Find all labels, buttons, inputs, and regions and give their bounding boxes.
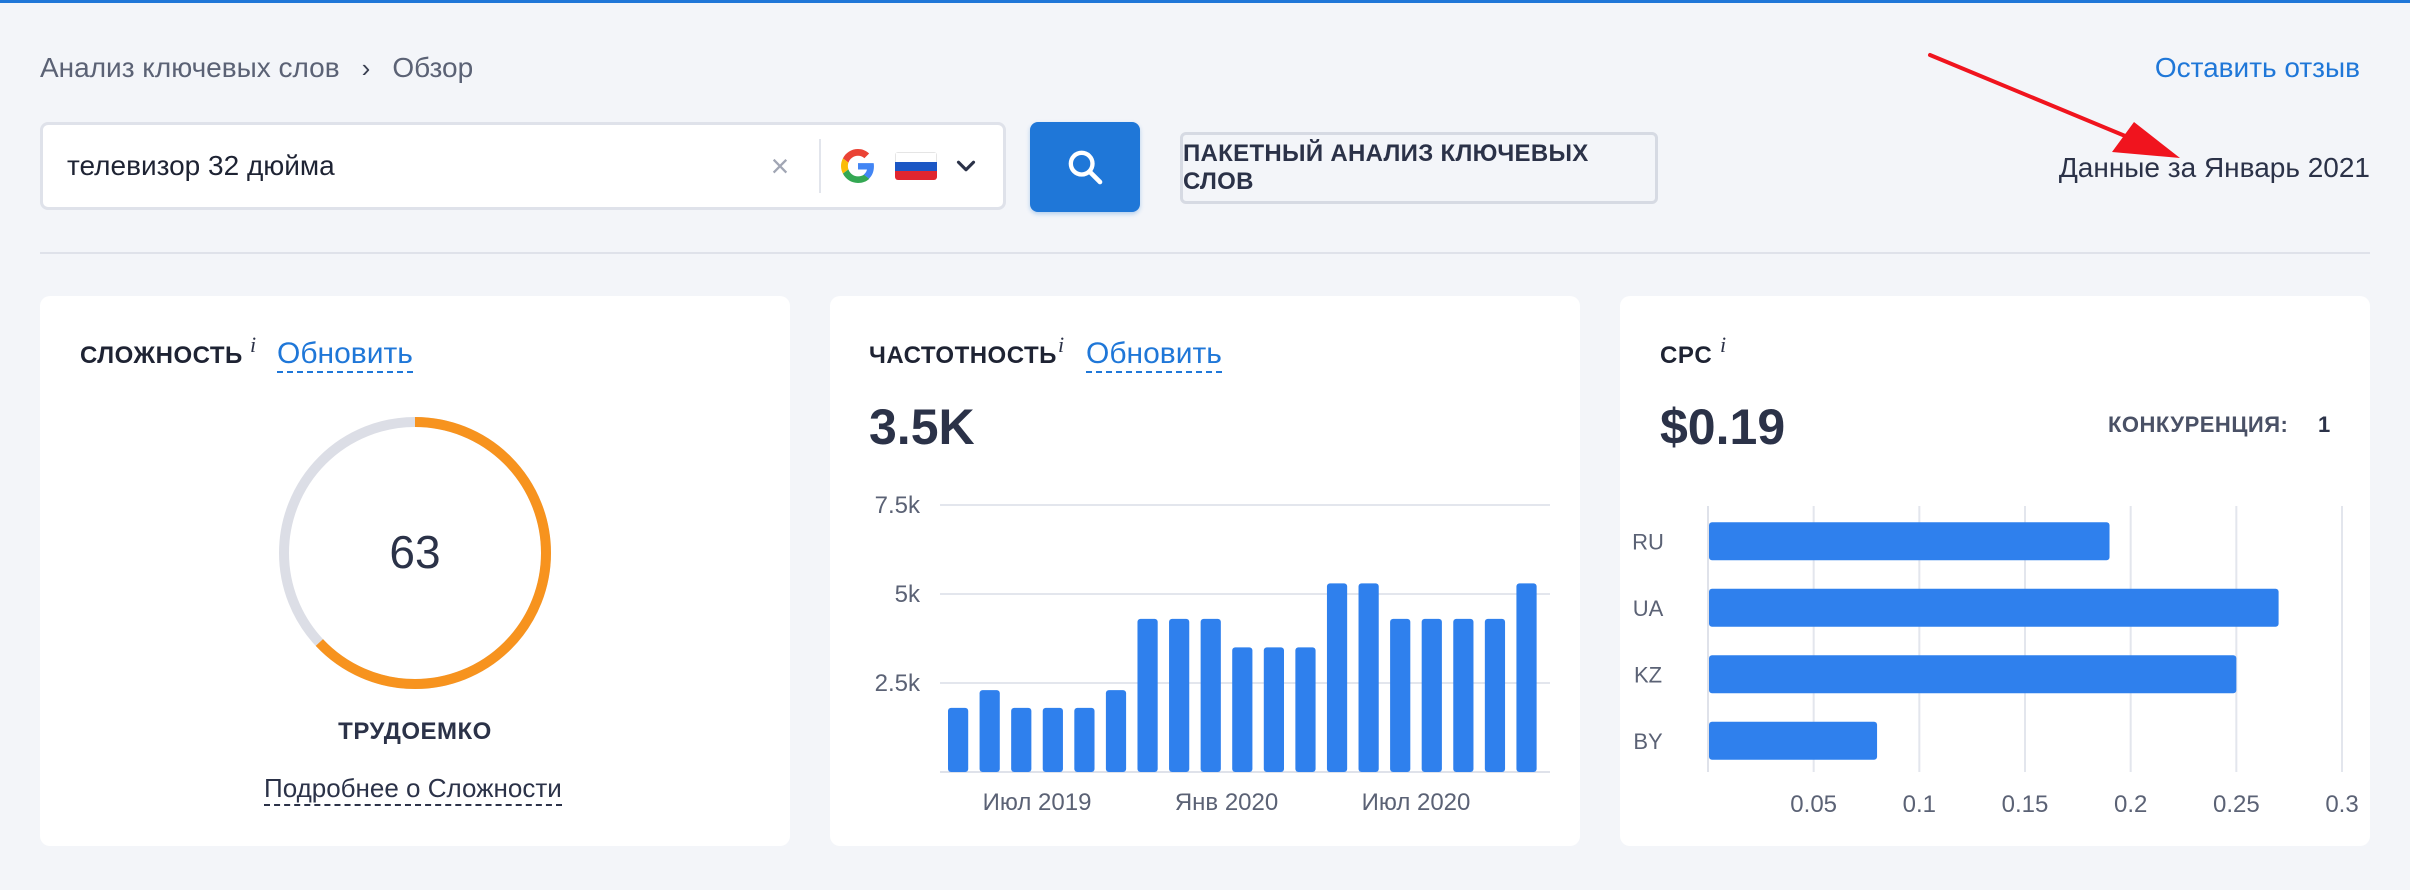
volume-bar[interactable] [1390,618,1411,772]
volume-bar[interactable] [1011,707,1032,772]
feedback-link[interactable]: Оставить отзыв [2155,52,2360,84]
search-box: × [40,122,1006,210]
volume-bar[interactable] [1042,707,1063,772]
difficulty-title: СЛОЖНОСТЬ [80,342,243,369]
difficulty-value: 63 [389,526,440,578]
search-button[interactable] [1030,122,1140,212]
volume-bar[interactable] [1326,583,1348,772]
header-divider [40,252,2370,254]
breadcrumb-separator: › [361,52,371,83]
cpc-category-label: UA [1633,596,1664,621]
cpc-xtick-label: 0.1 [1903,791,1936,818]
volume-bar[interactable] [1200,618,1221,772]
cpc-xtick-label: 0.15 [2002,791,2049,818]
difficulty-more-link[interactable]: Подробнее о Сложности [264,772,562,806]
volume-ytick-label: 2.5k [875,670,921,697]
breadcrumb-item-overview: Обзор [392,52,474,83]
volume-title: ЧАСТОТНОСТЬ [869,342,1057,369]
volume-xtick-label: Янв 2020 [1175,789,1278,816]
cpc-chart: 0.05 0.1 0.15 0.2 0.25 0.3 RU UA KZ BY [1632,506,2359,818]
competition-value: 1 [2318,412,2331,437]
breadcrumb-item-keyword-analysis[interactable]: Анализ ключевых слов [40,52,340,84]
cpc-bar[interactable] [1709,655,2237,694]
cpc-category-label: KZ [1634,662,1662,687]
difficulty-refresh-link[interactable]: Обновить [277,337,413,373]
clear-icon[interactable]: × [755,148,805,185]
cpc-value: $0.19 [1660,399,1786,455]
search-icon [1068,150,1103,185]
volume-bar[interactable] [1105,690,1127,772]
difficulty-gauge: 63 [279,417,551,689]
cpc-bar[interactable] [1709,588,2279,627]
breadcrumb: Анализ ключевых слов › Обзор [40,52,473,84]
volume-xtick-label: Июл 2019 [983,789,1092,816]
cpc-category-label: RU [1632,529,1664,554]
cpc-xtick-label: 0.3 [2325,791,2358,818]
competition-label: КОНКУРЕНЦИЯ: [2108,412,2289,437]
cpc-xtick-label: 0.25 [2213,791,2260,818]
volume-bar[interactable] [1232,647,1253,772]
volume-bar[interactable] [1358,583,1379,772]
volume-bar[interactable] [1453,618,1474,772]
volume-bar[interactable] [979,690,1000,772]
chevron-down-icon[interactable] [951,151,981,181]
batch-analysis-button[interactable]: ПАКЕТНЫЙ АНАЛИЗ КЛЮЧЕВЫХ СЛОВ [1180,132,1658,204]
volume-bar[interactable] [948,707,969,772]
cpc-bar[interactable] [1709,721,1878,760]
difficulty-level-label: ТРУДОЕМКО [338,718,492,745]
volume-chart: 2.5k 5k 7.5k Июл 2019 Янв 2020 Июл 2020 [875,492,1550,816]
volume-bar[interactable] [1263,647,1284,772]
cpc-info-icon[interactable]: i [1720,332,1726,358]
volume-bar[interactable] [1295,647,1316,772]
data-date-label: Данные за Январь 2021 [2058,152,2370,183]
volume-value: 3.5K [869,399,975,455]
russia-flag-icon[interactable] [895,152,937,180]
cpc-bar[interactable] [1709,522,2110,561]
volume-xtick-label: Июл 2020 [1362,789,1471,816]
volume-bar[interactable] [1516,583,1537,772]
volume-bar[interactable] [1421,618,1442,772]
cpc-title: CPC [1660,342,1713,369]
volume-bar[interactable] [1074,707,1095,772]
volume-ytick-label: 7.5k [875,492,921,519]
volume-bar[interactable] [1169,618,1190,772]
volume-info-icon[interactable]: i [1058,332,1064,358]
volume-bar[interactable] [1484,618,1506,772]
google-icon[interactable] [841,149,875,183]
volume-refresh-link[interactable]: Обновить [1086,337,1222,373]
top-accent-line [0,0,2410,3]
cpc-xtick-label: 0.05 [1790,791,1837,818]
search-input[interactable] [43,149,755,183]
search-divider [819,139,821,193]
difficulty-info-icon[interactable]: i [250,332,256,358]
volume-bar[interactable] [1137,618,1158,772]
cpc-xtick-label: 0.2 [2114,791,2147,818]
volume-ytick-label: 5k [895,581,921,608]
cpc-category-label: BY [1633,729,1663,754]
